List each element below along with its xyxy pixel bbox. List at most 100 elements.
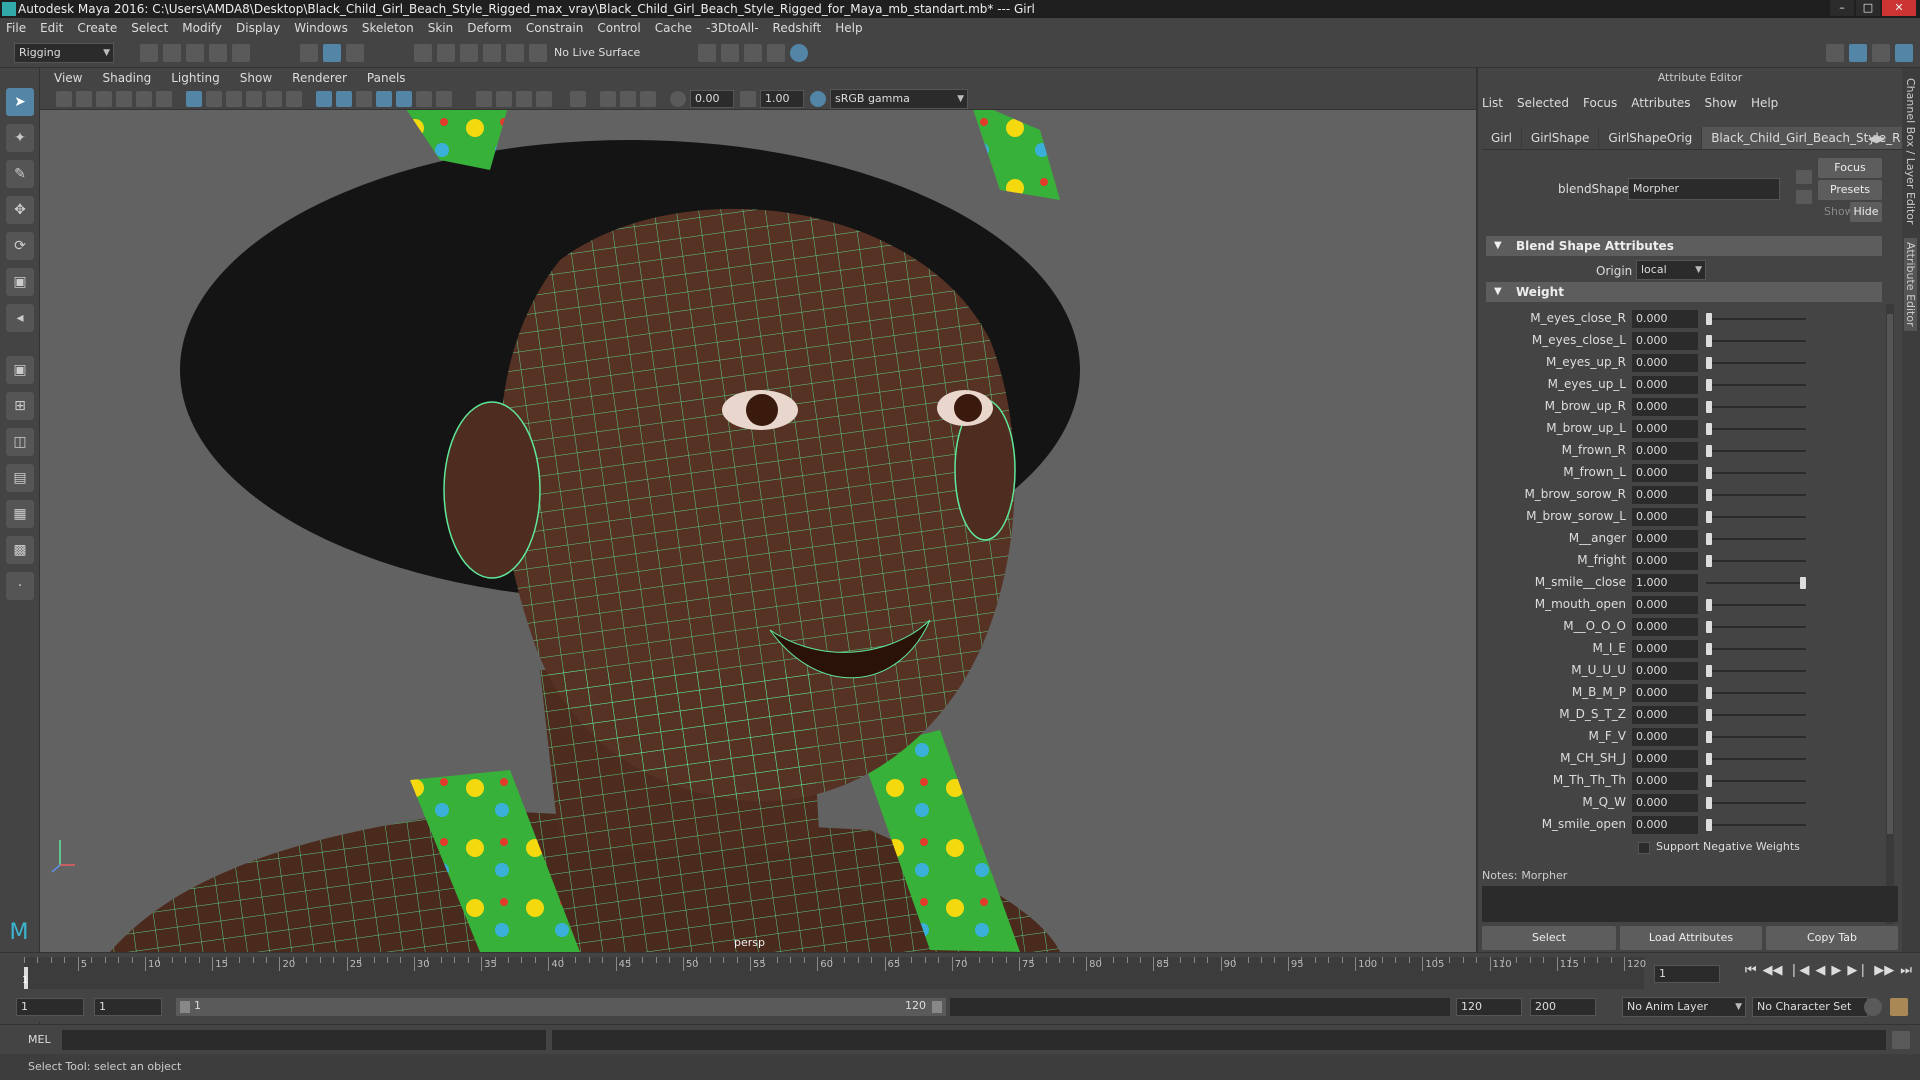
weight-slider-handle[interactable]: [1706, 335, 1712, 347]
weight-slider-handle[interactable]: [1706, 445, 1712, 457]
isolate-select-icon[interactable]: [570, 91, 586, 107]
snap-vertex-icon[interactable]: [529, 44, 547, 62]
render-current-icon[interactable]: [744, 44, 762, 62]
play-forwards-icon[interactable]: ▶: [1831, 963, 1841, 978]
select-object-icon[interactable]: [323, 44, 341, 62]
snap-surface-icon[interactable]: [506, 44, 524, 62]
weight-value-field[interactable]: 0.000: [1632, 640, 1698, 658]
weight-slider-track[interactable]: [1706, 582, 1806, 584]
snap-view-icon[interactable]: [483, 44, 501, 62]
bookmark-icon[interactable]: [96, 91, 112, 107]
menu-select[interactable]: Select: [131, 21, 168, 35]
xray-joints-icon[interactable]: [640, 91, 656, 107]
snap-grid-icon[interactable]: [414, 44, 432, 62]
move-tool-icon[interactable]: ✥: [6, 196, 34, 224]
gate-mask-icon[interactable]: [246, 91, 262, 107]
2d-pan-zoom-icon[interactable]: [136, 91, 152, 107]
ae-menu-selected[interactable]: Selected: [1517, 96, 1569, 110]
copy-tab-button[interactable]: Copy Tab: [1766, 926, 1898, 950]
tab-girl[interactable]: Girl: [1482, 127, 1522, 149]
presets-button[interactable]: Presets: [1818, 180, 1882, 200]
select-button[interactable]: Select: [1482, 926, 1616, 950]
weight-slider-track[interactable]: [1706, 384, 1806, 386]
node-name-field[interactable]: Morpher: [1628, 178, 1780, 200]
hypershade-layout-icon[interactable]: ▩: [6, 536, 34, 564]
weight-slider-handle[interactable]: [1706, 775, 1712, 787]
ae-menu-attributes[interactable]: Attributes: [1631, 96, 1690, 110]
live-surface-label[interactable]: No Live Surface: [554, 46, 640, 59]
weight-value-field[interactable]: 0.000: [1632, 530, 1698, 548]
shadows-icon[interactable]: [436, 91, 452, 107]
weight-slider-track[interactable]: [1706, 516, 1806, 518]
menu-file[interactable]: File: [6, 21, 26, 35]
weight-slider-handle[interactable]: [1706, 313, 1712, 325]
step-back-frame-icon[interactable]: ❘◀: [1789, 963, 1810, 978]
weight-value-field[interactable]: 0.000: [1632, 728, 1698, 746]
time-ruler[interactable]: 1 5 10 15 20 25 30 35 40 45 50 55 60 65 70 75 80 85 90 95 1…: [22, 957, 1646, 989]
menu-deform[interactable]: Deform: [467, 21, 512, 35]
image-plane-icon[interactable]: [116, 91, 132, 107]
anti-aliasing-icon[interactable]: [516, 91, 532, 107]
auto-key-icon[interactable]: [1864, 998, 1882, 1016]
go-to-start-icon[interactable]: ⏮: [1745, 963, 1757, 978]
close-button[interactable]: ✕: [1882, 0, 1916, 16]
weight-slider-track[interactable]: [1706, 648, 1806, 650]
menu-control[interactable]: Control: [597, 21, 640, 35]
anim-layer-dropdown[interactable]: No Anim Layer ▼: [1622, 997, 1746, 1017]
menu-skeleton[interactable]: Skeleton: [362, 21, 414, 35]
tab-girlshapeorig[interactable]: GirlShapeOrig: [1599, 127, 1703, 149]
notes-textarea[interactable]: [1482, 886, 1898, 922]
weight-slider-track[interactable]: [1706, 494, 1806, 496]
weight-slider-handle[interactable]: [1706, 753, 1712, 765]
viewport-menu-view[interactable]: View: [54, 71, 82, 85]
weight-section-header[interactable]: ▼ Weight: [1486, 282, 1882, 302]
weight-slider-handle[interactable]: [1706, 401, 1712, 413]
outliner-layout-icon[interactable]: ▤: [6, 464, 34, 492]
attribute-editor-toggle-icon[interactable]: [1849, 44, 1867, 62]
weight-slider-track[interactable]: [1706, 780, 1806, 782]
weight-slider-handle[interactable]: [1706, 731, 1712, 743]
range-start-handle[interactable]: [180, 1001, 190, 1013]
grid-icon[interactable]: [186, 91, 202, 107]
range-slider-bar[interactable]: 1 120: [176, 998, 946, 1016]
weight-slider-track[interactable]: [1706, 714, 1806, 716]
weight-value-field[interactable]: 0.000: [1632, 596, 1698, 614]
script-editor-icon[interactable]: [1892, 1031, 1910, 1049]
step-back-key-icon[interactable]: ◀◀: [1763, 963, 1783, 978]
focus-button[interactable]: Focus: [1818, 158, 1882, 178]
scrollbar-thumb[interactable]: [1887, 314, 1893, 834]
viewport-menu-panels[interactable]: Panels: [367, 71, 406, 85]
lasso-tool-icon[interactable]: ✦: [6, 124, 34, 152]
select-component-icon[interactable]: [346, 44, 364, 62]
weight-value-field[interactable]: 0.000: [1632, 398, 1698, 416]
step-forward-key-icon[interactable]: ▶▶: [1874, 963, 1894, 978]
weight-value-field[interactable]: 0.000: [1632, 442, 1698, 460]
channel-box-toggle-icon[interactable]: [1895, 44, 1913, 62]
render-settings-icon[interactable]: [698, 44, 716, 62]
weight-value-field[interactable]: 0.000: [1632, 332, 1698, 350]
new-scene-icon[interactable]: [140, 44, 158, 62]
weight-slider-handle[interactable]: [1706, 643, 1712, 655]
support-negative-checkbox[interactable]: [1638, 842, 1650, 854]
command-language-label[interactable]: MEL: [28, 1033, 51, 1046]
weight-slider-handle[interactable]: [1706, 511, 1712, 523]
safe-action-icon[interactable]: [286, 91, 302, 107]
weight-value-field[interactable]: 0.000: [1632, 794, 1698, 812]
open-scene-icon[interactable]: [163, 44, 181, 62]
grease-pencil-icon[interactable]: [156, 91, 172, 107]
weight-value-field[interactable]: 0.000: [1632, 816, 1698, 834]
menu-windows[interactable]: Windows: [294, 21, 348, 35]
weight-slider-handle[interactable]: [1706, 797, 1712, 809]
weight-slider-track[interactable]: [1706, 736, 1806, 738]
command-input[interactable]: [62, 1030, 546, 1050]
weight-value-field[interactable]: 0.000: [1632, 310, 1698, 328]
menu-display[interactable]: Display: [236, 21, 280, 35]
weight-value-field[interactable]: 0.000: [1632, 706, 1698, 724]
current-time-field[interactable]: 1: [1654, 965, 1720, 983]
paint-select-tool-icon[interactable]: ✎: [6, 160, 34, 188]
weight-slider-track[interactable]: [1706, 560, 1806, 562]
play-backwards-icon[interactable]: ◀: [1815, 963, 1825, 978]
ipr-render-icon[interactable]: [767, 44, 785, 62]
weight-slider-track[interactable]: [1706, 406, 1806, 408]
weight-value-field[interactable]: 0.000: [1632, 354, 1698, 372]
